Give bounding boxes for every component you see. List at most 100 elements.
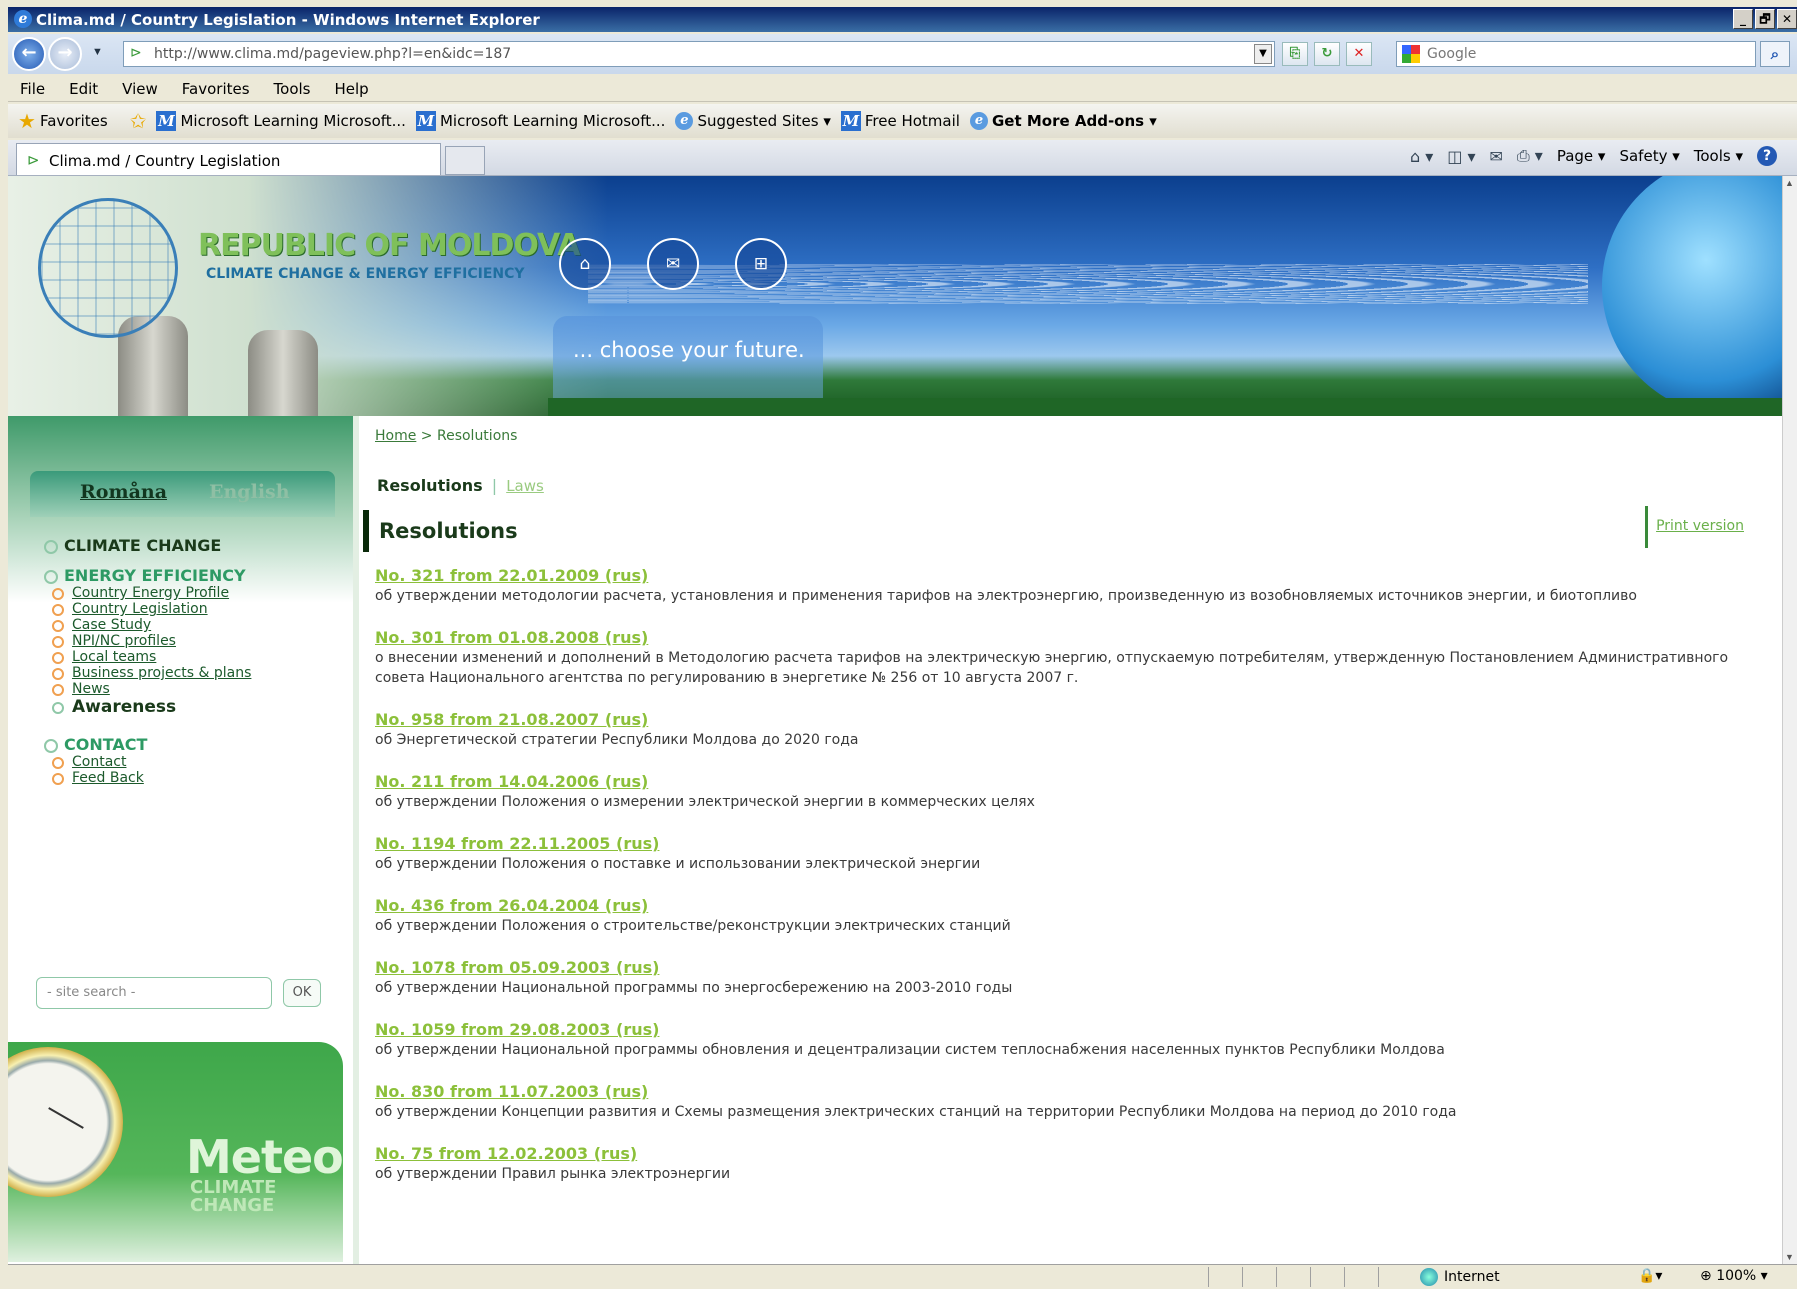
resolution-link[interactable]: No. 1194 from 22.11.2005 (rus) — [375, 834, 1775, 854]
language-romana[interactable]: Romåna — [80, 481, 167, 517]
feeds-icon[interactable]: ◫ ▾ — [1447, 147, 1475, 166]
resolution-description: об утверждении Национальной программы по… — [375, 980, 1013, 996]
title-bar: e Clima.md / Country Legislation - Windo… — [8, 7, 1797, 32]
safety-menu[interactable]: Safety ▾ — [1619, 147, 1679, 165]
page-title: Resolutions — [363, 510, 518, 552]
scroll-down-icon[interactable]: ▼ — [1785, 1252, 1796, 1262]
favorite-link-1[interactable]: M Microsoft Learning Microsoft... — [156, 111, 406, 131]
resolution-link[interactable]: No. 75 from 12.02.2003 (rus) — [375, 1144, 1775, 1164]
security-zone[interactable]: Internet — [1420, 1268, 1500, 1286]
main-content: Home > Resolutions Resolutions | Laws Re… — [353, 416, 1782, 1264]
nav-news[interactable]: News — [52, 681, 251, 697]
nav-local-teams[interactable]: Local teams — [52, 649, 251, 665]
nav-energy-efficiency[interactable]: ENERGY EFFICIENCY — [44, 566, 251, 585]
subtab-laws[interactable]: Laws — [506, 477, 544, 495]
list-item: No. 1194 from 22.11.2005 (rus) об утверж… — [375, 834, 1775, 874]
address-field[interactable]: ⊳ http://www.clima.md/pageview.php?l=en&… — [123, 41, 1275, 67]
menu-help[interactable]: Help — [323, 76, 381, 101]
ie-icon: e — [969, 112, 988, 130]
status-divider — [1310, 1267, 1311, 1287]
site-logo-title[interactable]: REPUBLIC OF MOLDOVA — [198, 228, 580, 263]
nav-case-study[interactable]: Case Study — [52, 617, 251, 633]
restore-button[interactable]: 🗗 — [1755, 9, 1775, 29]
nav-country-legislation[interactable]: Country Legislation — [52, 601, 251, 617]
address-row: ← → ▼ ⊳ http://www.clima.md/pageview.php… — [8, 34, 1797, 74]
nav-climate-change[interactable]: CLIMATE CHANGE — [44, 536, 251, 555]
resolution-link[interactable]: No. 1078 from 05.09.2003 (rus) — [375, 958, 1775, 978]
nav-country-energy-profile[interactable]: Country Energy Profile — [52, 585, 251, 601]
page-icon: ⊳ — [130, 45, 142, 61]
stop-button[interactable]: ✕ — [1346, 42, 1372, 66]
resolution-description: об утверждении Концепции развития и Схем… — [375, 1104, 1457, 1120]
help-icon[interactable]: ? — [1757, 146, 1777, 166]
close-window-button[interactable]: ✕ — [1777, 9, 1797, 29]
home-icon[interactable]: ⌂ ▾ — [1410, 147, 1433, 166]
favorite-link-suggested-sites[interactable]: e Suggested Sites ▾ — [675, 112, 831, 130]
page-icon: ⊳ — [27, 151, 40, 169]
menu-edit[interactable]: Edit — [57, 76, 110, 101]
tools-menu[interactable]: Tools ▾ — [1694, 147, 1743, 165]
forward-button[interactable]: → — [48, 37, 82, 71]
subtab-resolutions[interactable]: Resolutions — [377, 476, 483, 495]
resolution-link[interactable]: No. 830 from 11.07.2003 (rus) — [375, 1082, 1775, 1102]
history-dropdown-icon[interactable]: ▼ — [92, 46, 103, 58]
resolution-link[interactable]: No. 1059 from 29.08.2003 (rus) — [375, 1020, 1775, 1040]
tagline: ... choose your future. — [573, 338, 805, 362]
menu-file[interactable]: File — [8, 76, 57, 101]
nav-feed-back[interactable]: Feed Back — [52, 770, 251, 786]
resolution-link[interactable]: No. 301 from 01.08.2008 (rus) — [375, 628, 1775, 648]
resolution-description: об утверждении Положения о строительстве… — [375, 918, 1011, 934]
msn-icon: M — [156, 111, 177, 131]
print-icon[interactable]: ⎙ ▾ — [1517, 146, 1543, 166]
new-tab-button[interactable] — [445, 146, 485, 175]
mail-icon[interactable]: ✉ — [1490, 147, 1503, 166]
resolution-link[interactable]: No. 211 from 14.04.2006 (rus) — [375, 772, 1775, 792]
address-dropdown-icon[interactable]: ▼ — [1254, 44, 1272, 64]
favorites-button[interactable]: ★ Favorites — [18, 109, 108, 133]
search-icon[interactable]: ⌕ — [1760, 41, 1790, 67]
resolution-link[interactable]: No. 321 from 22.01.2009 (rus) — [375, 566, 1775, 586]
favorites-bar: ★ Favorites ✩ M Microsoft Learning Micro… — [8, 104, 1797, 138]
tab-clima-country-legislation[interactable]: ⊳ Clima.md / Country Legislation — [16, 143, 441, 175]
menu-favorites[interactable]: Favorites — [170, 76, 262, 101]
add-favorite-button[interactable]: ✩ — [130, 109, 147, 133]
resolution-link[interactable]: No. 436 from 26.04.2004 (rus) — [375, 896, 1775, 916]
print-version-link[interactable]: Print version — [1645, 506, 1744, 548]
resolution-link[interactable]: No. 958 from 21.08.2007 (rus) — [375, 710, 1775, 730]
favorite-link-add-ons[interactable]: e Get More Add-ons ▾ — [969, 112, 1157, 130]
nav-contact[interactable]: Contact — [52, 754, 251, 770]
nav-business-projects[interactable]: Business projects & plans — [52, 665, 251, 681]
zone-label: Internet — [1444, 1269, 1500, 1285]
email-icon[interactable]: ✉ — [647, 238, 699, 290]
site-search-ok-button[interactable]: OK — [283, 979, 321, 1007]
home-icon[interactable]: ⌂ — [559, 238, 611, 290]
list-item: No. 1078 from 05.09.2003 (rus) об утверж… — [375, 958, 1775, 998]
minimize-button[interactable]: _ — [1733, 9, 1753, 29]
resolution-description: об утверждении методологии расчета, уста… — [375, 588, 1637, 604]
favorite-link-2[interactable]: M Microsoft Learning Microsoft... — [415, 111, 665, 131]
refresh-button[interactable]: ↻ — [1314, 42, 1340, 66]
menu-tools[interactable]: Tools — [262, 76, 323, 101]
back-button[interactable]: ← — [12, 37, 46, 71]
nav-npi-nc-profiles[interactable]: NPI/NC profiles — [52, 633, 251, 649]
breadcrumb-home[interactable]: Home — [375, 428, 416, 444]
protected-mode-icon[interactable]: 🔒▾ — [1638, 1268, 1662, 1284]
add-favorite-icon: ✩ — [129, 109, 147, 133]
vertical-scrollbar[interactable]: ▲ ▼ — [1782, 176, 1797, 1264]
nav-awareness[interactable]: Awareness — [52, 697, 251, 717]
menu-view[interactable]: View — [110, 76, 170, 101]
compatibility-view-button[interactable]: ⎘ — [1282, 42, 1308, 66]
zoom-control[interactable]: ⊕ 100% ▾ — [1700, 1268, 1768, 1284]
site-search-input[interactable]: - site search - — [36, 977, 272, 1009]
favorite-link-free-hotmail[interactable]: M Free Hotmail — [840, 111, 960, 131]
list-item: No. 830 from 11.07.2003 (rus) об утвержд… — [375, 1082, 1775, 1122]
scroll-up-icon[interactable]: ▲ — [1785, 178, 1796, 188]
page-menu[interactable]: Page ▾ — [1557, 147, 1606, 165]
list-item: No. 958 from 21.08.2007 (rus) об Энергет… — [375, 710, 1775, 750]
nav-contact-section[interactable]: CONTACT — [44, 735, 251, 754]
sitemap-icon[interactable]: ⊞ — [735, 238, 787, 290]
resolutions-list: No. 321 from 22.01.2009 (rus) об утвержд… — [375, 566, 1775, 1206]
meteo-banner[interactable]: Meteo CLIMATE CHANGE — [8, 1042, 343, 1262]
language-english[interactable]: English — [209, 481, 290, 517]
search-field[interactable]: Google — [1396, 41, 1756, 67]
